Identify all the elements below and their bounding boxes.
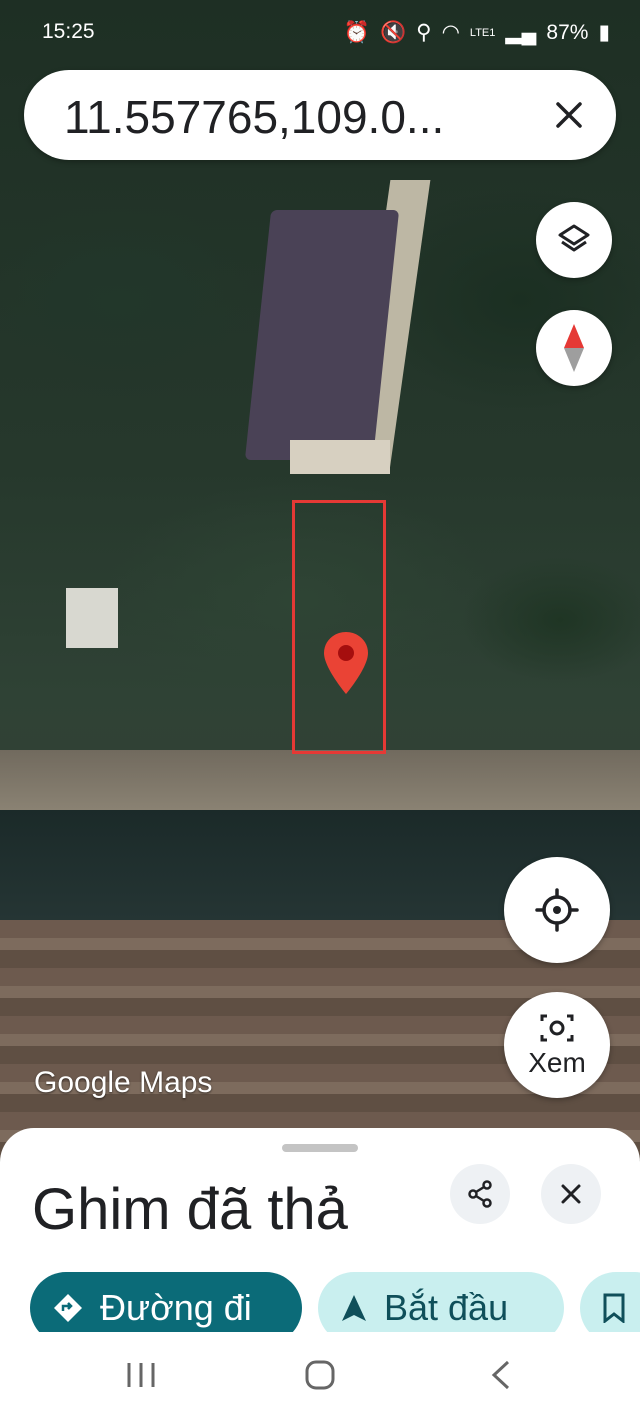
crosshair-icon — [535, 888, 579, 932]
mute-icon: 🔇 — [380, 20, 407, 44]
battery-icon: ▮ — [598, 21, 610, 44]
dropped-pin-icon[interactable] — [322, 630, 370, 696]
map-shed — [66, 588, 118, 648]
sheet-title: Ghim đã thả — [32, 1177, 348, 1242]
action-chips: Đường đi Bắt đầu — [30, 1272, 640, 1332]
recent-apps-icon[interactable] — [124, 1358, 158, 1392]
close-sheet-button[interactable] — [541, 1164, 601, 1224]
sheet-drag-handle[interactable] — [282, 1144, 358, 1152]
directions-icon — [54, 1294, 82, 1322]
layers-icon — [558, 224, 590, 252]
android-navigation-bar — [0, 1336, 640, 1422]
status-time: 15:25 — [42, 20, 95, 43]
close-icon — [561, 1184, 581, 1204]
home-icon[interactable] — [303, 1358, 337, 1392]
alarm-icon: ⏰ — [343, 20, 371, 44]
clear-search-icon[interactable] — [552, 98, 586, 132]
signal-icon: ▂▄ — [505, 21, 537, 44]
start-label: Bắt đầu — [384, 1287, 509, 1328]
plot-highlight-box — [292, 500, 386, 754]
navigation-arrow-icon — [342, 1295, 366, 1321]
back-icon[interactable] — [484, 1358, 518, 1392]
share-icon — [468, 1180, 492, 1208]
start-chip[interactable]: Bắt đầu — [318, 1272, 564, 1332]
wifi-icon: ◠ — [441, 21, 460, 44]
save-chip[interactable] — [580, 1272, 640, 1332]
directions-chip[interactable]: Đường đi — [30, 1272, 302, 1332]
map-building-roof — [244, 210, 400, 460]
map-building-porch — [290, 440, 390, 474]
bookmark-icon — [603, 1293, 625, 1323]
google-maps-logo: Google Maps — [34, 1066, 213, 1099]
status-icons: ⏰ 🔇 ⚲ ◠ LTE1 ▂▄ 87% ▮ — [344, 20, 610, 45]
layers-button[interactable] — [536, 202, 612, 278]
compass-icon — [564, 324, 584, 372]
view-button[interactable]: Xem — [504, 992, 610, 1098]
camera-icon — [540, 1014, 574, 1042]
battery-level: 87% — [546, 20, 589, 44]
search-bar[interactable]: 11.557765,109.0... — [24, 70, 616, 160]
directions-label: Đường đi — [100, 1287, 252, 1328]
search-input[interactable]: 11.557765,109.0... — [64, 90, 494, 144]
location-icon: ⚲ — [416, 21, 432, 44]
share-button[interactable] — [450, 1164, 510, 1224]
map-satellite-view[interactable] — [0, 0, 640, 1160]
network-label: LTE1 — [469, 26, 496, 39]
status-bar: 15:25 ⏰ 🔇 ⚲ ◠ LTE1 ▂▄ 87% ▮ — [0, 0, 640, 62]
map-dirt-road — [0, 750, 640, 810]
my-location-button[interactable] — [504, 857, 610, 963]
view-button-label: Xem — [528, 1047, 586, 1078]
compass-button[interactable] — [536, 310, 612, 386]
